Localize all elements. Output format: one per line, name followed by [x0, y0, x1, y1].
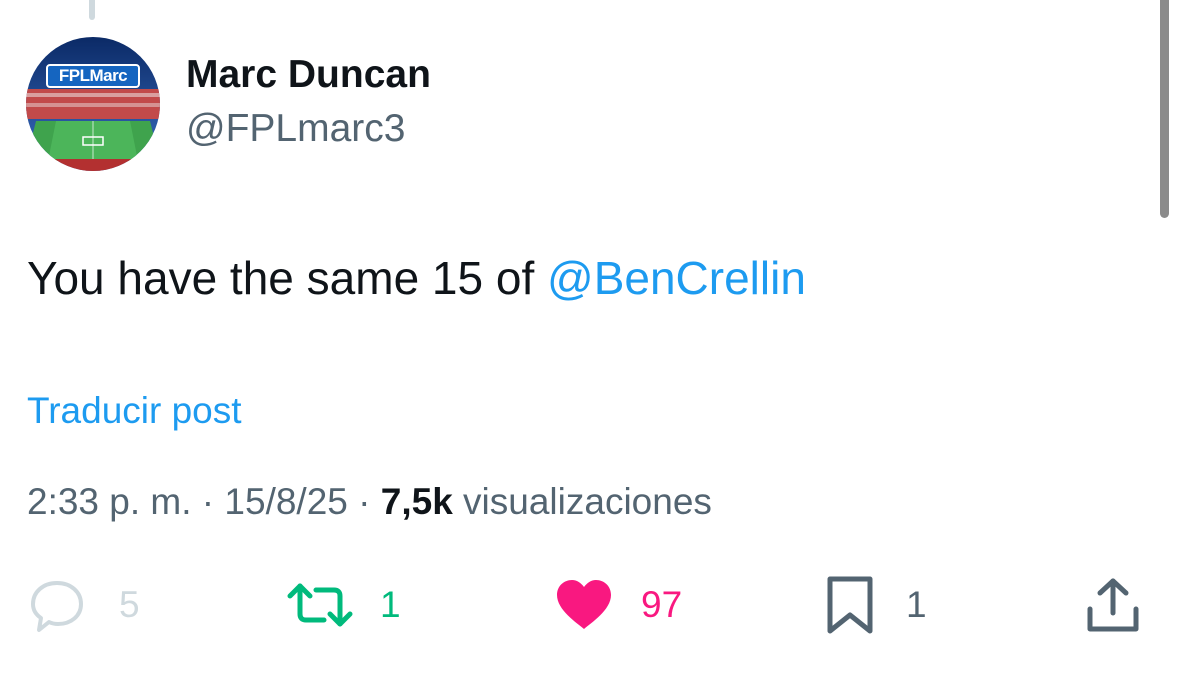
author-handle[interactable]: @FPLmarc3: [186, 106, 405, 152]
translate-post-link[interactable]: Traducir post: [27, 389, 242, 433]
like-button[interactable]: 97: [555, 573, 682, 637]
bookmark-button[interactable]: 1: [826, 573, 927, 637]
thread-connector-line: [89, 0, 95, 20]
reply-count: 5: [119, 584, 140, 625]
share-icon: [1087, 578, 1139, 632]
tweet-time[interactable]: 2:33 p. m.: [27, 481, 192, 522]
reply-icon: [31, 581, 83, 632]
share-button[interactable]: [1085, 573, 1141, 637]
bookmark-count: 1: [906, 584, 927, 625]
bookmark-icon: [827, 576, 873, 634]
mention-link[interactable]: @BenCrellin: [547, 252, 806, 304]
meta-separator: ·: [347, 481, 381, 522]
heart-icon: [557, 580, 611, 629]
views-label: visualizaciones: [452, 481, 712, 522]
tweet-date[interactable]: 15/8/25: [224, 481, 347, 522]
stadium-avatar-image: [26, 37, 160, 171]
like-count: 97: [641, 584, 683, 625]
author-display-name[interactable]: Marc Duncan: [186, 52, 431, 98]
views-count[interactable]: 7,5k: [381, 481, 453, 522]
avatar-logo-text: FPLMarc: [46, 64, 140, 88]
meta-separator: ·: [191, 481, 225, 522]
repost-count: 1: [380, 584, 401, 625]
tweet-text: You have the same 15 of @BenCrellin: [27, 250, 806, 306]
repost-button[interactable]: 1: [286, 573, 401, 637]
repost-icon: [287, 583, 353, 627]
tweet-body: You have the same 15 of: [27, 252, 548, 304]
avatar[interactable]: FPLMarc: [26, 37, 160, 171]
scrollbar[interactable]: [1160, 0, 1169, 218]
tweet-metadata: 2:33 p. m. · 15/8/25 · 7,5k visualizacio…: [27, 480, 712, 524]
reply-button[interactable]: 5: [27, 573, 140, 637]
